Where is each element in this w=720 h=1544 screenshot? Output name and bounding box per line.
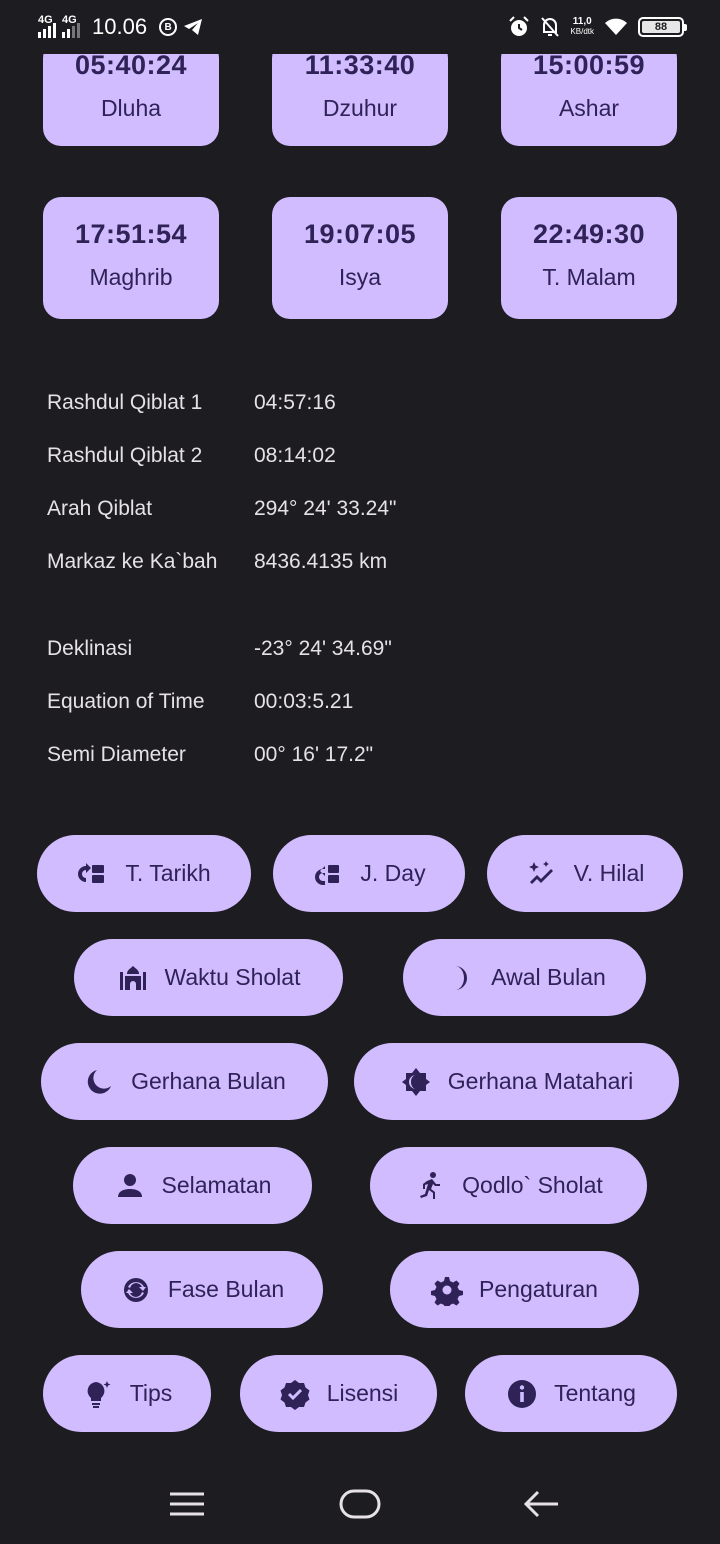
- telegram-icon: [184, 19, 203, 35]
- status-left: 4G 4G 10.06 B: [38, 12, 203, 42]
- button-label: Tentang: [554, 1380, 636, 1406]
- battery-level: 88: [642, 21, 680, 33]
- button-label: Lisensi: [326, 1380, 399, 1406]
- info-label: Deklinasi: [47, 637, 133, 660]
- network-type-sim2: 4G: [62, 14, 77, 26]
- prayer-time: 11:33:40: [304, 50, 416, 80]
- info-value: 00° 16' 17.2": [254, 743, 374, 766]
- network-speed-unit: KB/dtk: [570, 27, 594, 36]
- prayer-name: Ashar: [558, 95, 620, 121]
- prayer-time: 17:51:54: [74, 219, 188, 249]
- system-navigation-bar: [0, 1464, 720, 1544]
- julian-day-icon: [312, 858, 344, 890]
- info-value: 08:14:02: [254, 444, 336, 467]
- info-icon: [506, 1378, 538, 1410]
- new-month-button[interactable]: Awal Bulan: [403, 939, 646, 1016]
- menu-icon[interactable]: [168, 1490, 206, 1518]
- prayer-time: 05:40:24: [74, 50, 188, 80]
- selamatan-button[interactable]: Selamatan: [73, 1147, 312, 1224]
- license-button[interactable]: Lisensi: [240, 1355, 437, 1432]
- info-label: Semi Diameter: [47, 743, 186, 766]
- button-label: Selamatan: [161, 1172, 272, 1198]
- prayer-card-tahajud[interactable]: 22:49:30 T. Malam: [501, 197, 677, 319]
- sparkle-chart-icon: [526, 858, 558, 890]
- prayer-card-isya[interactable]: 19:07:05 Isya: [272, 197, 448, 319]
- prayer-time: 15:00:59: [532, 50, 646, 80]
- solar-eclipse-button[interactable]: Gerhana Matahari: [354, 1043, 679, 1120]
- julian-day-button[interactable]: J. Day: [273, 835, 465, 912]
- mosque-icon: [117, 962, 149, 994]
- button-label: Qodlo` Sholat: [462, 1172, 603, 1198]
- info-label: Rashdul Qiblat 1: [47, 391, 203, 414]
- status-bar: 4G 4G 10.06 B 11,0 KB/dtk 88: [0, 0, 720, 54]
- button-label: V. Hilal: [573, 860, 645, 886]
- prayer-card-maghrib[interactable]: 17:51:54 Maghrib: [43, 197, 219, 319]
- prayer-name: Isya: [338, 264, 382, 290]
- person-icon: [114, 1170, 146, 1202]
- info-value: 294° 24' 33.24": [254, 497, 397, 520]
- alarm-icon: [509, 16, 530, 36]
- button-label: Pengaturan: [479, 1276, 598, 1302]
- prayer-time: 19:07:05: [303, 219, 417, 249]
- prayer-name: T. Malam: [542, 264, 636, 290]
- prayer-name: Maghrib: [89, 264, 173, 290]
- visibility-hilal-button[interactable]: V. Hilal: [487, 835, 683, 912]
- verified-badge-icon: [279, 1378, 311, 1410]
- clock: 10.06: [92, 14, 148, 39]
- prayer-time: 22:49:30: [532, 219, 646, 249]
- convert-date-icon: [77, 858, 109, 890]
- info-label: Equation of Time: [47, 690, 205, 713]
- battery-icon: 88: [638, 17, 687, 37]
- wifi-icon: [605, 18, 627, 35]
- network-speed: 11,0 KB/dtk: [570, 17, 594, 37]
- button-label: Fase Bulan: [167, 1276, 285, 1302]
- button-label: Waktu Sholat: [164, 964, 301, 990]
- b-notification-icon: B: [159, 18, 178, 36]
- prayer-card-dzuhur[interactable]: 11:33:40 Dzuhur: [272, 40, 448, 146]
- prayer-card-dluha[interactable]: 05:40:24 Dluha: [43, 40, 219, 146]
- qodlo-sholat-button[interactable]: Qodlo` Sholat: [370, 1147, 647, 1224]
- moon-phase-icon: [120, 1274, 152, 1306]
- prayer-card-ashar[interactable]: 15:00:59 Ashar: [501, 40, 677, 146]
- info-label: Markaz ke Ka`bah: [47, 550, 218, 573]
- signal-icon-sim1: 4G: [38, 14, 56, 38]
- button-label: Tips: [129, 1380, 173, 1406]
- sun-eclipse-icon: [400, 1066, 432, 1098]
- prayer-name: Dzuhur: [322, 95, 398, 121]
- notifications-off-icon: [541, 17, 560, 37]
- info-value: 8436.4135 km: [254, 550, 388, 573]
- network-speed-value: 11,0: [572, 16, 592, 27]
- moon-eclipse-icon: [83, 1066, 115, 1098]
- info-value: 04:57:16: [254, 391, 336, 414]
- moon-phase-button[interactable]: Fase Bulan: [81, 1251, 323, 1328]
- signal-icon-sim2: 4G: [62, 14, 80, 38]
- prayer-name: Dluha: [100, 95, 162, 121]
- gear-icon: [431, 1274, 464, 1306]
- lightbulb-icon: [82, 1378, 114, 1410]
- info-label: Arah Qiblat: [47, 497, 153, 520]
- crescent-moon-icon: [443, 962, 475, 994]
- button-label: J. Day: [360, 860, 426, 886]
- convert-date-button[interactable]: T. Tarikh: [37, 835, 251, 912]
- lunar-eclipse-button[interactable]: Gerhana Bulan: [41, 1043, 328, 1120]
- back-icon[interactable]: [522, 1488, 562, 1520]
- info-value: -23° 24' 34.69": [254, 637, 392, 660]
- status-right: 11,0 KB/dtk 88: [508, 14, 687, 40]
- button-label: T. Tarikh: [125, 860, 211, 886]
- info-label: Rashdul Qiblat 2: [47, 444, 203, 467]
- tips-button[interactable]: Tips: [43, 1355, 211, 1432]
- running-person-icon: [414, 1170, 446, 1202]
- settings-button[interactable]: Pengaturan: [390, 1251, 639, 1328]
- info-value: 00:03:5.21: [254, 690, 354, 713]
- network-type-sim1: 4G: [38, 14, 53, 26]
- button-label: Gerhana Matahari: [447, 1068, 634, 1094]
- button-label: Gerhana Bulan: [131, 1068, 286, 1094]
- home-icon[interactable]: [338, 1488, 382, 1520]
- prayer-times-button[interactable]: Waktu Sholat: [74, 939, 343, 1016]
- button-label: Awal Bulan: [491, 964, 606, 990]
- about-button[interactable]: Tentang: [465, 1355, 677, 1432]
